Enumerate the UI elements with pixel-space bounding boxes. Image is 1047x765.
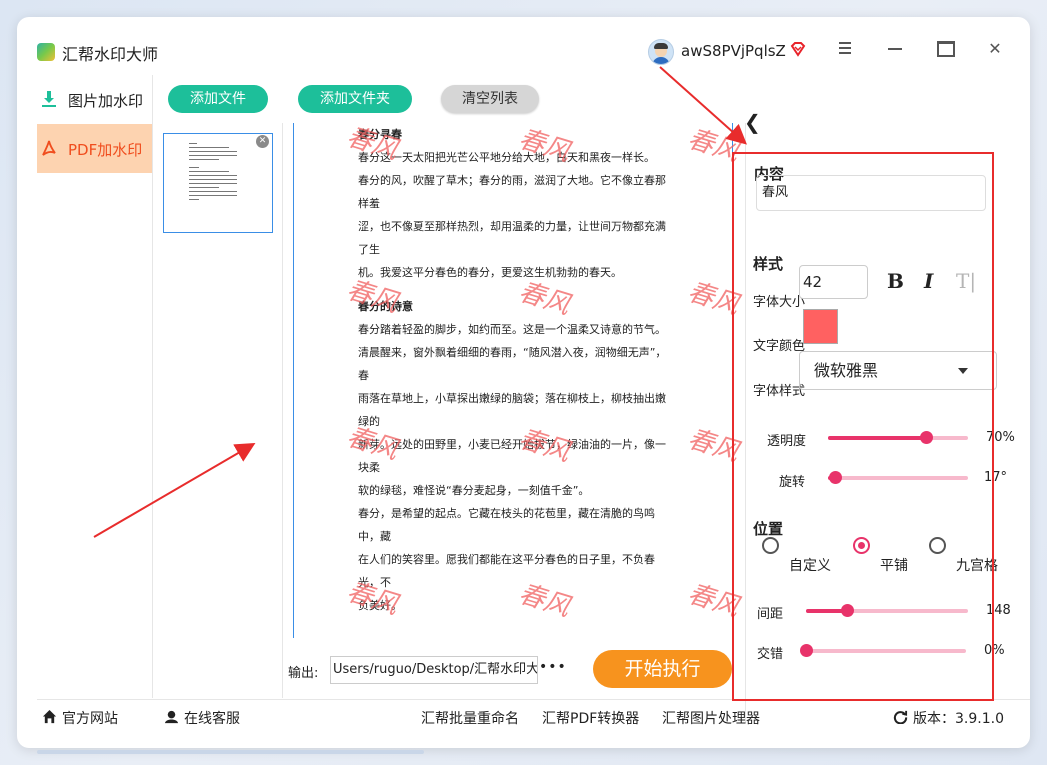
rotate-slider[interactable] (828, 471, 968, 485)
thumbnail-list: ✕ (153, 123, 283, 698)
radio-grid[interactable] (929, 537, 946, 554)
stagger-label: 交错 (757, 647, 784, 662)
opacity-label: 透明度 (767, 434, 807, 449)
sidebar: 图片加水印 PDF加水印 (37, 75, 153, 698)
pdf-icon (42, 140, 56, 156)
text-color-label: 文字颜色 (753, 339, 806, 354)
settings-panel (745, 123, 1030, 723)
radio-custom[interactable] (762, 537, 779, 554)
start-button[interactable]: 开始执行 (593, 650, 732, 688)
document-line: 春分踏着轻盈的脚步，如约而至。这是一个温柔又诗意的节气。 (358, 323, 666, 336)
stagger-slider[interactable] (800, 644, 966, 658)
stagger-value: 0% (984, 643, 1005, 658)
document-line: 清晨醒来，窗外飘着细细的春雨，“随风潜入夜，润物细无声”，春 (358, 346, 667, 382)
radio-tile-label: 平铺 (880, 558, 908, 574)
opacity-value: 70% (986, 430, 1015, 445)
document-line: 在人们的笑容里。愿我们都能在这平分春色的日子里，不负春光，不 (358, 553, 655, 589)
spacing-value: 148 (986, 603, 1011, 618)
text-color-swatch[interactable] (803, 309, 838, 344)
headset-icon (164, 710, 179, 724)
document-line: 机。我爱这平分春色的春分，更爱这生机勃勃的春天。 (358, 266, 622, 279)
radio-tile[interactable] (853, 537, 870, 554)
back-arrow-icon[interactable]: ❮ (744, 110, 761, 134)
maximize-icon[interactable] (934, 39, 958, 59)
chevron-down-icon (958, 368, 968, 374)
app-title: 汇帮水印大师 (62, 45, 159, 64)
document-text: 春分寻春春分这一天太阳把光芒公平地分给大地，白天和黑夜一样长。春分的风，吹醒了草… (358, 123, 670, 617)
username[interactable]: awS8PVjPqlsZ (681, 42, 786, 60)
document-heading: 春分寻春 (358, 128, 402, 141)
opacity-slider[interactable] (828, 431, 968, 445)
file-thumbnail[interactable]: ✕ (163, 133, 273, 233)
horizontal-scrollbar[interactable] (37, 750, 424, 754)
output-label: 输出: (288, 666, 319, 681)
rename-tool-link[interactable]: 汇帮批量重命名 (421, 708, 519, 728)
watermark-text: 春风 (684, 276, 743, 321)
watermark-text: 春风 (684, 578, 743, 623)
document-line: 春分，是希望的起点。它藏在枝头的花苞里，藏在清脆的鸟鸣中，藏 (358, 507, 655, 543)
document-line: 软的绿毯，难怪说“春分麦起身，一刻值千金”。 (358, 484, 590, 497)
font-size-label: 字体大小 (753, 295, 806, 310)
style-section-title: 样式 (753, 255, 784, 273)
minimize-icon[interactable] (883, 39, 907, 59)
rotate-label: 旋转 (779, 475, 806, 490)
font-size-input[interactable]: 42 (799, 265, 868, 299)
spacing-label: 间距 (757, 607, 784, 622)
sidebar-item-label: 图片加水印 (68, 92, 144, 110)
pdf-converter-link[interactable]: 汇帮PDF转换器 (542, 708, 639, 728)
vip-diamond-icon[interactable] (790, 41, 806, 57)
avatar-icon[interactable] (648, 39, 674, 65)
document-line: 雨落在草地上，小草探出嫩绿的脑袋；落在柳枝上，柳枝抽出嫩绿的 (358, 392, 666, 428)
position-section-title: 位置 (753, 520, 784, 538)
home-icon (42, 709, 57, 724)
watermark-text: 春风 (343, 123, 402, 166)
watermark-text: 春风 (684, 423, 743, 468)
bold-button[interactable]: B (887, 269, 904, 293)
document-line: 新芽。远处的田野里，小麦已经开始拔节，绿油油的一片，像一块柔 (358, 438, 666, 474)
sidebar-item-image-watermark[interactable]: 图片加水印 (37, 75, 152, 124)
font-style-value: 微软雅黑 (814, 361, 879, 380)
page-border-right (732, 123, 733, 638)
document-line: 负美好。 (358, 599, 402, 612)
version-label: 版本：3.9.1.0 (913, 711, 1004, 727)
app-logo-icon (37, 43, 55, 61)
watermark-text-input[interactable]: 春风 (756, 175, 986, 211)
download-icon (42, 91, 56, 107)
document-line: 春分的风，吹醒了草木；春分的雨，滋润了大地。它不像立春那样羞 (358, 174, 666, 210)
sidebar-item-label: PDF加水印 (68, 141, 143, 159)
font-style-label: 字体样式 (753, 384, 806, 399)
document-line: 春分这一天太阳把光芒公平地分给大地，白天和黑夜一样长。 (358, 151, 655, 164)
italic-button[interactable]: I (924, 269, 933, 293)
website-link[interactable]: 官方网站 (62, 708, 118, 728)
close-icon[interactable]: ✕ (983, 39, 1007, 59)
clear-list-button[interactable]: 清空列表 (441, 85, 539, 113)
browse-more-button[interactable]: ••• (539, 659, 567, 675)
rotate-value: 17° (984, 470, 1008, 485)
thumbnail-page (189, 140, 243, 226)
remove-file-icon[interactable]: ✕ (256, 135, 269, 148)
radio-grid-label: 九宫格 (956, 558, 998, 574)
add-folder-button[interactable]: 添加文件夹 (298, 85, 412, 113)
pdf-preview: 春分寻春春分这一天太阳把光芒公平地分给大地，白天和黑夜一样长。春分的风，吹醒了草… (283, 123, 743, 638)
output-path-field[interactable]: Users/ruguo/Desktop/汇帮水印大师 (330, 656, 538, 684)
spacing-slider[interactable] (806, 604, 968, 618)
menu-icon[interactable] (833, 39, 857, 59)
page-border-left (293, 123, 294, 638)
support-link[interactable]: 在线客服 (184, 708, 240, 728)
image-processor-link[interactable]: 汇帮图片处理器 (662, 708, 760, 728)
clear-format-button[interactable]: T| (956, 269, 976, 293)
document-line: 涩，也不像夏至那样热烈，却用温柔的力量，让世间万物都充满了生 (358, 220, 666, 256)
footer: 官方网站 在线客服 汇帮批量重命名 汇帮PDF转换器 汇帮图片处理器 版本：3.… (37, 699, 1030, 748)
title-bar: 汇帮水印大师 awS8PVjPqlsZ ✕ (17, 17, 1030, 75)
watermark-text: 春风 (684, 123, 743, 168)
refresh-icon[interactable] (893, 709, 908, 724)
sidebar-item-pdf-watermark[interactable]: PDF加水印 (37, 124, 152, 173)
add-file-button[interactable]: 添加文件 (168, 85, 268, 113)
radio-custom-label: 自定义 (789, 558, 831, 574)
